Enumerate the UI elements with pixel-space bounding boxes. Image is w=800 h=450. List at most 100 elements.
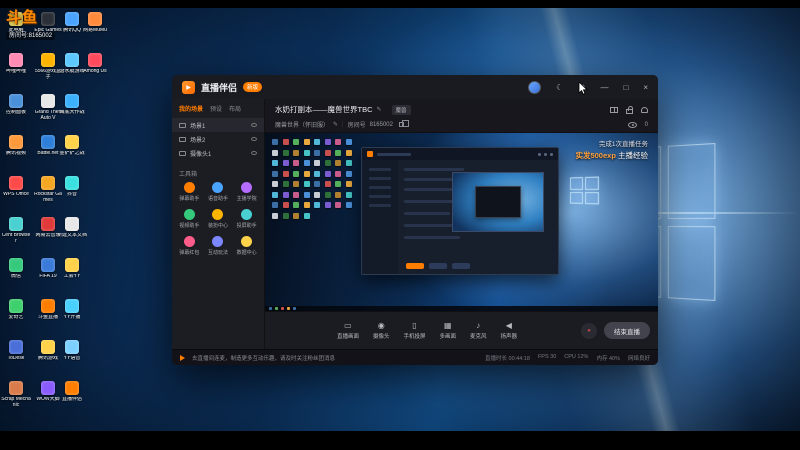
toolbox-item[interactable]: 互动玩法 (204, 236, 233, 256)
toolbox-item-icon (212, 209, 224, 220)
scene-item[interactable]: 摄像头1 (172, 146, 264, 160)
desktop-icon[interactable]: Among Us (80, 53, 110, 89)
sidebar-tab[interactable]: 布局 (229, 104, 241, 113)
captured-desktop-icon (282, 139, 289, 145)
desktop-icon-image (88, 12, 102, 26)
close-button[interactable]: × (643, 83, 648, 92)
stream-info-bar: 水奶打副本——魔兽世界TBC ✎ 魔兽 魔兽世界（怀旧服） ✎ | 房间号 81… (265, 99, 658, 133)
desktop-icon[interactable]: 腾讯视频 (1, 135, 31, 171)
scene-visibility-eye-icon[interactable] (251, 151, 257, 155)
stream-category: 魔兽世界（怀旧服） (275, 123, 330, 129)
desktop-icon-image (9, 258, 23, 272)
toolbox-item[interactable]: 投屏助手 (232, 209, 261, 229)
desktop-icon[interactable]: Cent Browser (1, 217, 31, 253)
sidebar-tab[interactable]: 我的场景 (179, 104, 203, 113)
toolbox-item[interactable]: 弹幕红包 (175, 236, 204, 256)
toolbox-item[interactable]: 数据中心 (232, 236, 261, 256)
captured-desktop-icon (335, 160, 341, 166)
scene-list: 场景1 场景2 摄像头1 (172, 118, 264, 160)
record-icon: ● (587, 327, 591, 334)
desktop-icon-image (41, 258, 55, 272)
desktop-icon[interactable]: YY语音 (57, 340, 87, 376)
desktop-icon[interactable]: YY开播 (57, 299, 87, 335)
toolbar-button-icon: ◀ (505, 321, 512, 330)
captured-desktop-icon (345, 202, 352, 208)
record-button[interactable]: ● (581, 322, 597, 339)
gift-icon[interactable] (610, 106, 618, 113)
desktop-icon[interactable]: 控制面板 (1, 94, 31, 130)
toolbox-item[interactable]: 主播学院 (232, 182, 261, 202)
scene-item[interactable]: 场景2 (172, 132, 264, 146)
toolbox-item-icon (183, 182, 195, 193)
desktop-icon-label: 金铲铲之战 (59, 151, 85, 156)
toolbar-button-label: 多画面 (439, 334, 457, 340)
desktop-icon[interactable]: 金铲铲之战 (57, 135, 87, 171)
toolbar-button[interactable]: ♪ 麦克风 (470, 321, 487, 340)
desktop-icon[interactable]: 微信 (1, 258, 31, 294)
captured-desktop-icon (345, 149, 352, 156)
toolbar-button[interactable]: ▭ 直播画面 (337, 321, 359, 340)
maximize-button[interactable]: □ (623, 83, 628, 92)
toolbox-item[interactable]: 语音助手 (204, 182, 233, 202)
desktop-icon[interactable]: 抖音 (57, 176, 87, 212)
scene-visibility-eye-icon[interactable] (251, 137, 257, 141)
desktop-icon-image (65, 135, 79, 149)
toolbox-item-label: 投屏助手 (236, 223, 257, 229)
toolbox-item-icon (183, 209, 195, 220)
captured-desktop-icon (303, 212, 310, 219)
desktop-icon-image (41, 299, 55, 313)
desktop-icon-image (9, 381, 23, 395)
bell-icon[interactable] (641, 106, 648, 113)
desktop-icon[interactable]: WPS Office (1, 176, 31, 212)
edit-title-icon[interactable]: ✎ (377, 106, 382, 113)
captured-desktop-icon (324, 149, 331, 156)
toolbar-button[interactable]: ▯ 手机投屏 (403, 321, 425, 340)
lock-icon[interactable] (626, 105, 633, 114)
captured-desktop-icon (272, 170, 278, 177)
captured-desktop-icon (324, 202, 331, 208)
desktop-icon[interactable]: 网易MuMu (80, 12, 110, 48)
sidebar-tab[interactable]: 预设 (210, 104, 222, 113)
desktop-icon[interactable]: 哔哩哔哩 (1, 53, 31, 89)
minimize-button[interactable]: — (600, 83, 608, 92)
desktop-icon[interactable]: 新建文本文档 (57, 217, 87, 253)
toolbar-button[interactable]: ▦ 多画面 (440, 321, 457, 340)
live-preview-area[interactable]: 完成1次直播任务 实发500exp 主播经验 (265, 133, 658, 311)
toolbox-item[interactable]: 弹幕助手 (175, 182, 204, 202)
edit-category-icon[interactable]: ✎ (333, 121, 338, 128)
captured-desktop-icon (293, 202, 299, 208)
copy-room-id-icon[interactable] (398, 120, 409, 127)
toolbar-button-icon: ▦ (443, 321, 452, 330)
captured-desktop-icon (303, 191, 310, 198)
viewers-eye-icon (627, 121, 637, 128)
scene-visibility-eye-icon[interactable] (251, 123, 257, 127)
captured-desktop-icon (314, 181, 320, 187)
captured-desktop-icon (335, 202, 341, 208)
stop-stream-button[interactable]: 结束直播 (604, 322, 650, 339)
desktop-icon[interactable]: Scrap Mechanic (1, 381, 31, 417)
captured-desktop-icon (324, 181, 331, 187)
captured-taskbar (265, 306, 658, 311)
user-avatar[interactable] (528, 80, 542, 94)
desktop-icon[interactable]: ToDesk (1, 340, 31, 376)
toolbar-button[interactable]: ◀ 扬声器 (501, 321, 518, 340)
theme-icon[interactable]: ☾ (556, 83, 563, 92)
desktop-icon-label: ToDesk (7, 356, 25, 361)
desktop-icon[interactable]: 爱奇艺 (1, 299, 31, 335)
desktop-icon-label: 控制面板 (5, 110, 26, 115)
desktop-icon[interactable]: 直播伴侣 (57, 381, 87, 417)
stream-title: 水奶打副本——魔兽世界TBC (275, 105, 373, 114)
desktop-icon-image (65, 258, 79, 272)
toolbar-button[interactable]: ◉ 摄像头 (373, 321, 390, 340)
scene-item[interactable]: 场景1 (172, 118, 264, 132)
category-tag[interactable]: 魔兽 (391, 104, 411, 115)
app-toolbar: ▭ 直播画面 ◉ 摄像头 ▯ 手机投屏 ▦ 多画面 ♪ 麦克风 ◀ 扬声器 ● … (265, 311, 658, 349)
desktop-icon-image (9, 176, 23, 190)
desktop-icon-image (41, 135, 55, 149)
toolbox-item[interactable]: 装扮中心 (204, 209, 233, 229)
stream-stat: FPS 30 (537, 353, 557, 360)
desktop-icon[interactable]: 海底大作战 (57, 94, 87, 130)
toolbox-item[interactable]: 视频助手 (175, 209, 204, 229)
desktop-icon[interactable]: 工会YY (57, 258, 87, 294)
captured-desktop-icon (324, 170, 331, 177)
